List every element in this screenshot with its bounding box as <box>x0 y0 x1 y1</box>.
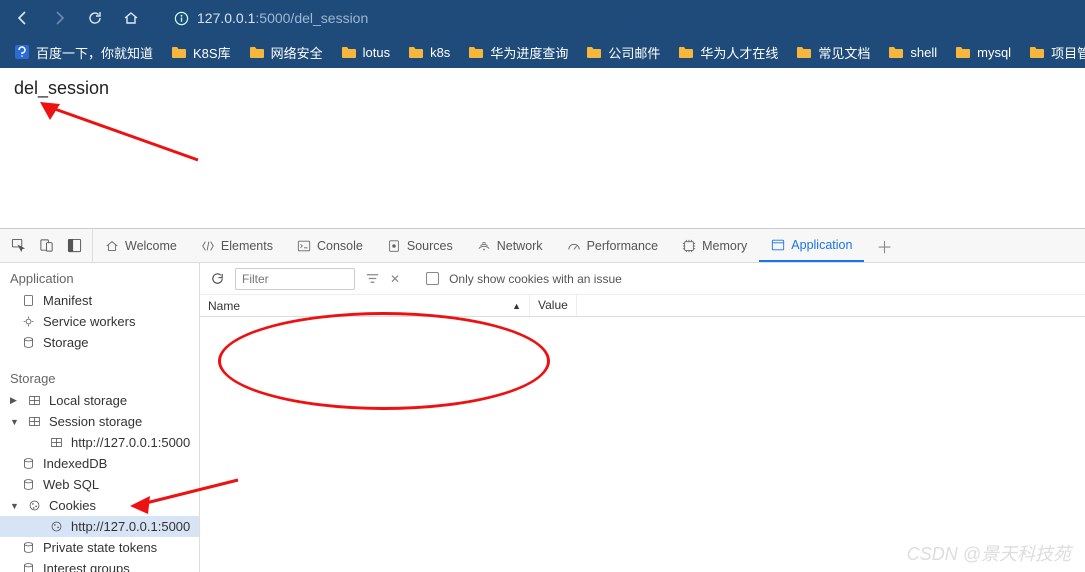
bookmark-item[interactable]: 华为人才在线 <box>672 38 784 66</box>
cookies-pane: ✕ Only show cookies with an issue Name▲ … <box>200 263 1085 572</box>
cookies-grid-empty <box>200 317 1085 572</box>
bookmarks-bar: 百度一下，你就知道K8S库网络安全lotusk8s华为进度查询公司邮件华为人才在… <box>0 36 1085 68</box>
clear-icon[interactable]: ✕ <box>390 272 400 286</box>
sidebar-cookies[interactable]: ▼Cookies <box>0 495 199 516</box>
sidebar-service-workers[interactable]: Service workers <box>0 311 199 332</box>
col-value[interactable]: Value <box>530 295 577 316</box>
sidebar-manifest[interactable]: Manifest <box>0 290 199 311</box>
browser-chrome: 127.0.0.1:5000/del_session 百度一下，你就知道K8S库… <box>0 0 1085 68</box>
devtools-panel: Welcome Elements Console Sources Network… <box>0 228 1085 572</box>
sidebar-indexeddb[interactable]: IndexedDB <box>0 453 199 474</box>
tab-console[interactable]: Console <box>285 229 375 262</box>
cookies-columns: Name▲ Value <box>200 295 1085 317</box>
col-name[interactable]: Name▲ <box>200 295 530 316</box>
forward-button[interactable] <box>44 3 74 33</box>
tab-application[interactable]: Application <box>759 229 864 262</box>
sidebar-local-storage[interactable]: ▶Local storage <box>0 390 199 411</box>
url-host: 127.0.0.1 <box>197 10 255 26</box>
bookmark-item[interactable]: 常见文档 <box>790 38 876 66</box>
bookmark-item[interactable]: 网络安全 <box>243 38 329 66</box>
url-box[interactable]: 127.0.0.1:5000/del_session <box>164 10 1014 26</box>
dock-controls <box>0 229 93 262</box>
sidebar-session-storage[interactable]: ▼Session storage <box>0 411 199 432</box>
tab-network[interactable]: Network <box>465 229 555 262</box>
tab-elements[interactable]: Elements <box>189 229 285 262</box>
only-issue-label: Only show cookies with an issue <box>449 272 622 286</box>
sidebar-storage[interactable]: Storage <box>0 332 199 353</box>
dock-icon[interactable] <box>62 234 86 258</box>
page-viewport: del_session <box>0 68 1085 228</box>
device-icon[interactable] <box>34 234 58 258</box>
sidebar-interest-groups[interactable]: Interest groups <box>0 558 199 572</box>
bookmark-item[interactable]: K8S库 <box>165 38 237 66</box>
filter-icon[interactable] <box>365 271 380 286</box>
tab-sources[interactable]: Sources <box>375 229 465 262</box>
address-bar-row: 127.0.0.1:5000/del_session <box>0 0 1085 36</box>
back-button[interactable] <box>8 3 38 33</box>
sidebar-header-storage: Storage <box>0 363 199 390</box>
bookmark-item[interactable]: 公司邮件 <box>580 38 666 66</box>
bookmark-item[interactable]: shell <box>882 38 943 66</box>
sidebar-cookies-origin[interactable]: http://127.0.0.1:5000 <box>0 516 199 537</box>
tab-performance[interactable]: Performance <box>555 229 671 262</box>
app-sidebar: Application Manifest Service workers Sto… <box>0 263 200 572</box>
bookmark-item[interactable]: k8s <box>402 38 456 66</box>
bookmark-item[interactable]: 项目管理 <box>1023 38 1085 66</box>
page-body-text: del_session <box>14 78 109 98</box>
tab-welcome[interactable]: Welcome <box>93 229 189 262</box>
devtools-tabs: Welcome Elements Console Sources Network… <box>0 229 1085 263</box>
bookmark-item[interactable]: lotus <box>335 38 396 66</box>
filter-input[interactable] <box>235 268 355 290</box>
info-icon <box>174 11 189 26</box>
bookmark-item[interactable]: 华为进度查询 <box>462 38 574 66</box>
sidebar-header-application: Application <box>0 263 199 290</box>
tab-memory[interactable]: Memory <box>670 229 759 262</box>
inspect-icon[interactable] <box>6 234 30 258</box>
home-button[interactable] <box>116 3 146 33</box>
tab-add[interactable]: ＋ <box>864 229 904 262</box>
only-issue-checkbox[interactable] <box>426 272 439 285</box>
refresh-button[interactable] <box>80 3 110 33</box>
refresh-icon[interactable] <box>210 271 225 286</box>
url-path: :5000/del_session <box>255 10 368 26</box>
bookmark-item[interactable]: mysql <box>949 38 1017 66</box>
bookmark-item[interactable]: 百度一下，你就知道 <box>8 38 159 66</box>
sidebar-private-tokens[interactable]: Private state tokens <box>0 537 199 558</box>
annotation-arrow-1 <box>38 100 208 170</box>
sidebar-session-origin[interactable]: http://127.0.0.1:5000 <box>0 432 199 453</box>
sidebar-websql[interactable]: Web SQL <box>0 474 199 495</box>
cookies-toolbar: ✕ Only show cookies with an issue <box>200 263 1085 295</box>
